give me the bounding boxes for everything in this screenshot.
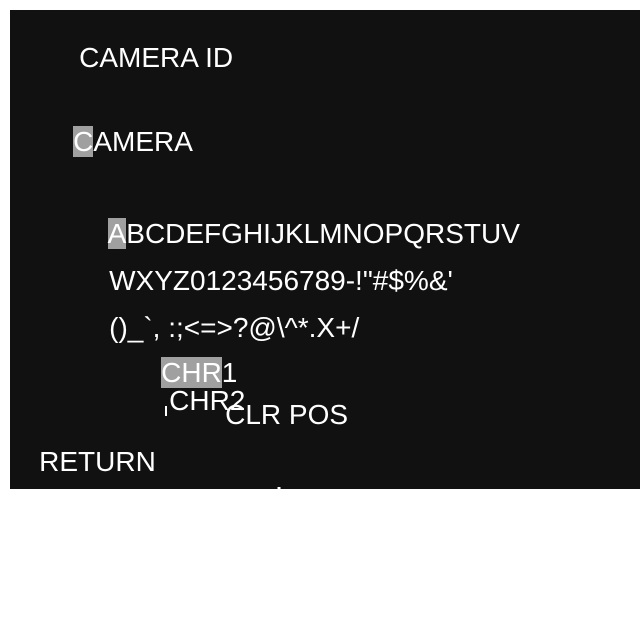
camera-id-field[interactable]: CAMERA bbox=[42, 100, 193, 184]
camera-id-text: AMERA bbox=[93, 126, 193, 157]
return-button[interactable]: RETURN bbox=[39, 446, 156, 477]
enter-arrow-icon bbox=[41, 476, 88, 610]
return-row[interactable]: RETURN bbox=[8, 420, 156, 638]
osd-screen: CAMERA ID CAMERA ABCDEFGHIJKLMNOPQRSTUV … bbox=[10, 10, 640, 553]
clr-pos-row[interactable]: CLR POS bbox=[194, 373, 348, 591]
menu-title: CAMERA ID bbox=[79, 42, 234, 73]
camera-id-cursor[interactable]: C bbox=[73, 126, 94, 157]
separator-tick bbox=[165, 406, 168, 416]
enter-arrow-icon bbox=[247, 429, 294, 563]
clr-pos-button[interactable]: CLR POS bbox=[225, 399, 348, 430]
